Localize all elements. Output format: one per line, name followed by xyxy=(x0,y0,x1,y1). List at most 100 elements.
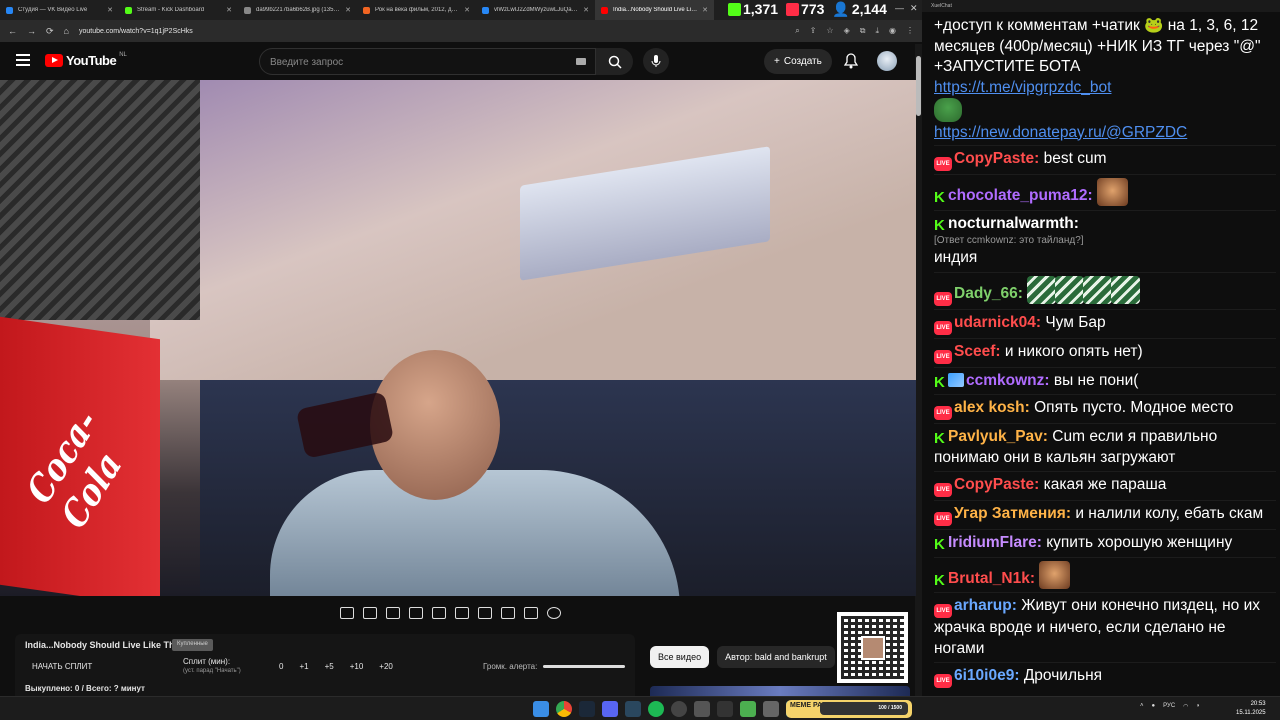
back-icon[interactable]: ← xyxy=(8,26,17,36)
camera-icon[interactable] xyxy=(524,607,538,619)
search-icon xyxy=(608,55,622,69)
chat-nick[interactable]: chocolate_puma12: xyxy=(948,187,1093,204)
chat-nick[interactable]: Brutal_N1k: xyxy=(948,570,1035,587)
close-icon[interactable]: ✕ xyxy=(107,6,113,14)
close-icon[interactable]: ✕ xyxy=(702,6,708,14)
widget-video-title: India...Nobody Should Live Like This xyxy=(25,640,183,650)
speed-icon[interactable] xyxy=(478,607,492,619)
reply-quote: [Ответ ccmkownz: это тайланд?] xyxy=(934,235,1084,246)
clock[interactable]: 20:53 15.11.2025 xyxy=(1236,700,1266,718)
url-field[interactable]: youtube.com/watch?v=1q1jP2ScHks xyxy=(79,28,785,35)
chat-nick[interactable]: arharup: xyxy=(954,597,1017,614)
start-split-button[interactable]: НАЧАТЬ СПЛИТ xyxy=(32,662,92,671)
add-5-button[interactable]: +5 xyxy=(325,662,334,671)
chat-nick[interactable]: nocturnalwarmth: xyxy=(948,215,1079,232)
close-icon[interactable]: ✕ xyxy=(464,6,470,14)
spotify-icon[interactable] xyxy=(648,701,664,717)
windows-start-icon[interactable] xyxy=(533,701,549,717)
search-button[interactable] xyxy=(596,48,633,75)
meme-party-widget[interactable]: MEME PARTY 100 / 1500 xyxy=(786,700,912,718)
minimize-icon[interactable]: — xyxy=(895,3,904,14)
media-icon[interactable] xyxy=(717,701,733,717)
share-icon[interactable]: ⇪ xyxy=(810,26,817,36)
chat-nick[interactable]: Dady_66: xyxy=(954,285,1023,302)
chat-nick[interactable]: CopyPaste: xyxy=(954,150,1039,167)
browser-tab[interactable]: Студия — VK Видео Live ✕ xyxy=(0,0,119,20)
chat-text: и налили колу, ебать скам xyxy=(1075,505,1264,522)
profile-icon[interactable]: ◉ xyxy=(889,26,896,36)
chat-message: K Pavlyuk_Pav: Cum если я правильно поним… xyxy=(934,423,1276,471)
home-icon[interactable]: ⌂ xyxy=(64,26,69,36)
hamburger-menu-icon[interactable] xyxy=(16,54,30,69)
close-icon[interactable]: ✕ xyxy=(345,6,351,14)
chat-nick[interactable]: Pavlyuk_Pav: xyxy=(948,428,1048,445)
close-icon[interactable]: ✕ xyxy=(910,3,918,14)
broadcast-icon[interactable] xyxy=(363,607,377,619)
related-video-thumbnail[interactable] xyxy=(650,686,910,696)
stream-icon[interactable] xyxy=(386,607,400,619)
create-button[interactable]: + Создать xyxy=(764,49,832,74)
volume-icon[interactable]: ◗ xyxy=(1196,703,1200,710)
youtube-logo[interactable]: YouTube NL xyxy=(45,52,127,68)
chrome-icon[interactable] xyxy=(556,701,572,717)
gear-icon[interactable] xyxy=(547,607,561,619)
browser-tab[interactable]: vlWzLwIJ2ZdMWyzuwLJuQaD1... ✕ xyxy=(476,0,595,20)
browser-tab-active[interactable]: India...Nobody Should Live Lik... ✕ xyxy=(595,0,714,20)
grid-icon[interactable] xyxy=(455,607,469,619)
more-icon[interactable]: ⋮ xyxy=(906,26,914,36)
wifi-icon[interactable]: ◠ xyxy=(1183,703,1188,710)
download-icon[interactable]: ⤓ xyxy=(875,26,879,36)
chevron-up-icon[interactable]: ˄ xyxy=(1140,703,1144,710)
language-indicator[interactable]: РУС xyxy=(1163,703,1175,710)
obs-icon[interactable] xyxy=(671,701,687,717)
add-icon[interactable] xyxy=(501,607,515,619)
browser-tab[interactable]: da99b2217ba6b62B.jpg (1358×... ✕ xyxy=(238,0,357,20)
tab-title: India...Nobody Should Live Lik... xyxy=(613,7,698,13)
add-20-button[interactable]: +20 xyxy=(379,662,393,671)
widget-badge[interactable]: Купленные xyxy=(172,639,213,651)
chat-nick[interactable]: alex kosh: xyxy=(954,399,1030,416)
telegram-bot-link[interactable]: https://t.me/vipgrpzdc_bot xyxy=(934,78,1276,99)
picture-icon[interactable] xyxy=(432,607,446,619)
extensions-icon[interactable]: ⧉ xyxy=(860,26,866,36)
search-input[interactable]: Введите запрос xyxy=(259,48,596,75)
browser-tab[interactable]: Stream - Kick Dashboard ✕ xyxy=(119,0,238,20)
close-icon[interactable]: ✕ xyxy=(583,6,589,14)
browser-tab[interactable]: Рок на века фильм, 2012, дата... ✕ xyxy=(357,0,476,20)
mic-tray-icon[interactable]: ● xyxy=(1152,703,1156,710)
add-1-button[interactable]: +1 xyxy=(299,662,308,671)
forward-icon[interactable]: → xyxy=(27,26,36,36)
zoom-icon[interactable]: ⌕ xyxy=(795,26,799,36)
account-avatar[interactable] xyxy=(877,51,897,71)
chat-nick[interactable]: 6i10i0e9: xyxy=(954,667,1020,684)
clapper-icon[interactable] xyxy=(409,607,423,619)
add-10-button[interactable]: +10 xyxy=(350,662,364,671)
extension-icon[interactable]: ◈ xyxy=(844,26,850,36)
steam-app-icon[interactable] xyxy=(625,701,641,717)
discord-icon[interactable] xyxy=(602,701,618,717)
loop-icon[interactable] xyxy=(340,607,354,619)
donatepay-link[interactable]: https://new.donatepay.ru/@GRPZDC xyxy=(934,123,1276,144)
chip-author[interactable]: Автор: bald and bankrupt xyxy=(717,646,835,668)
chat-nick[interactable]: Угар Затмения: xyxy=(954,505,1071,522)
reload-icon[interactable]: ⟳ xyxy=(46,26,54,37)
live-platform-icon: LIVE xyxy=(934,604,952,618)
voice-search-button[interactable] xyxy=(643,48,669,74)
close-icon[interactable]: ✕ xyxy=(226,6,232,14)
notifications-bell-icon[interactable] xyxy=(843,53,859,74)
chat-nick[interactable]: Sceef: xyxy=(954,343,1001,360)
app-icon[interactable] xyxy=(740,701,756,717)
chat-nick[interactable]: CopyPaste: xyxy=(954,476,1039,493)
chip-all-videos[interactable]: Все видео xyxy=(650,646,710,668)
chat-nick[interactable]: ccmkownz: xyxy=(966,372,1050,389)
chat-nick[interactable]: IridiumFlare: xyxy=(948,534,1042,551)
app-icon[interactable] xyxy=(763,701,779,717)
page-scrollbar[interactable] xyxy=(915,44,922,696)
keyboard-icon[interactable] xyxy=(576,58,586,65)
video-player[interactable]: Coca-Cola xyxy=(0,80,916,596)
chat-nick[interactable]: udarnick04: xyxy=(954,314,1041,331)
app-icon[interactable] xyxy=(694,701,710,717)
volume-slider[interactable] xyxy=(543,665,626,668)
star-icon[interactable]: ☆ xyxy=(826,26,833,36)
steam-icon[interactable] xyxy=(579,701,595,717)
